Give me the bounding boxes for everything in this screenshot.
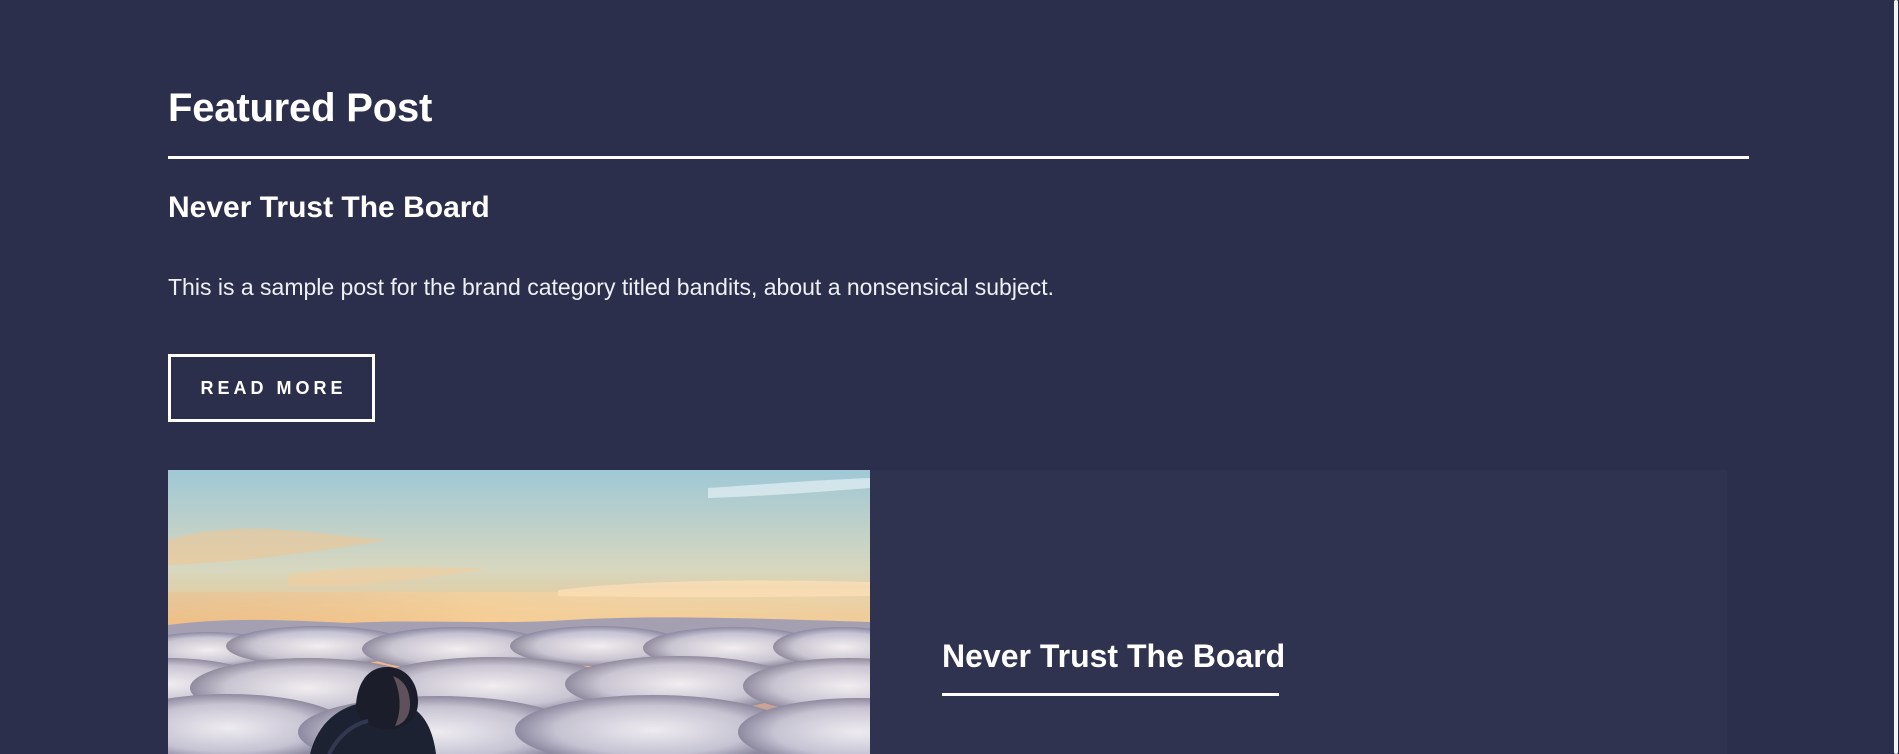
post-card[interactable]: Never Trust The Board bbox=[168, 470, 1727, 754]
post-card-title[interactable]: Never Trust The Board bbox=[942, 637, 1285, 675]
scrollbar-thumb[interactable] bbox=[1894, 0, 1898, 754]
section-title-divider bbox=[168, 156, 1749, 159]
featured-post-excerpt: This is a sample post for the brand cate… bbox=[168, 274, 1055, 300]
page-scrollbar[interactable] bbox=[1891, 0, 1899, 754]
person-above-clouds-image bbox=[168, 470, 870, 754]
section-title: Featured Post bbox=[168, 86, 433, 130]
post-card-title-underline bbox=[942, 693, 1279, 696]
post-card-image[interactable] bbox=[168, 470, 870, 754]
read-more-button[interactable]: READ MORE bbox=[168, 354, 375, 422]
page: Featured Post Never Trust The Board This… bbox=[0, 0, 1899, 754]
featured-post-title[interactable]: Never Trust The Board bbox=[168, 190, 490, 226]
